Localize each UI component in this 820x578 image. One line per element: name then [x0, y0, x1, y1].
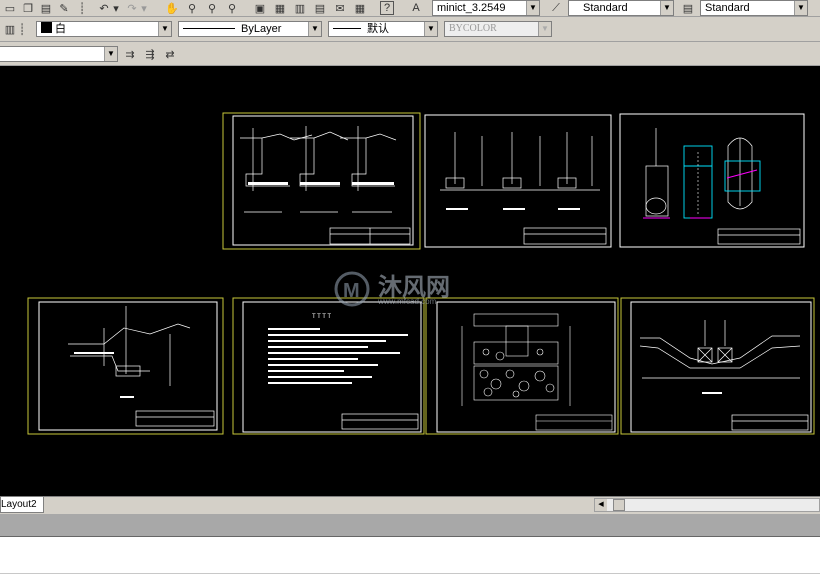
horizontal-scrollbar[interactable]: ◀: [594, 498, 820, 512]
standard-toolbar: ▭ ❐ ▤ ✎ ┊ ↶ ▾ ↷ ▾ ✋ ⚲ ⚲ ⚲ ▣ ▦ ▥ ▤ ✉ ▦ ? …: [0, 0, 820, 17]
color-swatch-icon: [41, 22, 52, 33]
tool-palettes-icon[interactable]: ▥: [292, 1, 308, 15]
zoom-previous-icon[interactable]: ⚲: [224, 1, 240, 15]
dim-style-icon[interactable]: ⟋: [548, 1, 564, 15]
linetype-select[interactable]: ByLayer ▼: [178, 21, 322, 37]
text-style-icon[interactable]: A: [408, 1, 424, 15]
command-window[interactable]: [0, 537, 820, 578]
plotstyle-select: BYCOLOR ▼: [444, 21, 552, 37]
layer-select[interactable]: ▼: [0, 46, 118, 62]
markup-icon[interactable]: ✉: [332, 1, 348, 15]
chevron-down-icon: ▼: [424, 22, 437, 36]
sheet-set-icon[interactable]: ▤: [312, 1, 328, 15]
chevron-down-icon: ▼: [538, 22, 551, 36]
text-style-select[interactable]: minict_3.2549 ▼: [432, 0, 540, 16]
separator-icon: ┊: [78, 2, 86, 15]
separator-icon: ┊: [18, 23, 26, 36]
new-file-icon[interactable]: ▭: [2, 1, 18, 15]
sheet-heading: T T T T: [312, 314, 331, 320]
layout-tab-bar: Layout2 ◀: [0, 496, 820, 514]
command-divider: [0, 573, 820, 574]
color-select[interactable]: 白 ▼: [36, 21, 172, 37]
design-center-icon[interactable]: ▦: [272, 1, 288, 15]
scroll-thumb[interactable]: [613, 499, 625, 511]
paper-space-canvas[interactable]: T T T T M 沐风网 www.mfcad.com: [0, 66, 820, 496]
zoom-window-icon[interactable]: ⚲: [204, 1, 220, 15]
drawing-sheet-7[interactable]: [620, 297, 815, 435]
help-icon[interactable]: ?: [380, 1, 394, 15]
dim-style-select[interactable]: Standard ▼: [568, 0, 674, 16]
line-sample-icon: [183, 28, 235, 29]
quickcalc-icon[interactable]: ▦: [352, 1, 368, 15]
zoom-realtime-icon[interactable]: ⚲: [184, 1, 200, 15]
copy-icon[interactable]: ❐: [20, 1, 36, 15]
chevron-down-icon: ▼: [526, 1, 539, 15]
paste-icon[interactable]: ▤: [38, 1, 54, 15]
line-sample-icon: [333, 28, 361, 29]
drawing-sheet-5[interactable]: T T T T: [232, 297, 425, 435]
chevron-down-icon: ▼: [158, 22, 171, 36]
tab-layout2[interactable]: Layout2: [0, 497, 44, 513]
match-properties-icon[interactable]: ✎: [56, 1, 72, 15]
properties-icon[interactable]: ▣: [252, 1, 268, 15]
watermark-url: www.mfcad.com: [377, 297, 437, 306]
drawing-sheet-6[interactable]: [425, 297, 619, 435]
chevron-down-icon: ▼: [660, 1, 673, 15]
drawing-sheet-4[interactable]: [27, 297, 224, 435]
layer-previous-icon[interactable]: ⇶: [142, 47, 158, 61]
lineweight-select[interactable]: 默认 ▼: [328, 21, 438, 37]
drawing-sheet-3[interactable]: [619, 113, 805, 248]
chevron-down-icon: ▼: [308, 22, 321, 36]
redo-dropdown-icon[interactable]: ▾: [140, 1, 148, 15]
watermark: M 沐风网 www.mfcad.com: [334, 271, 450, 307]
redo-icon[interactable]: ↷: [124, 1, 140, 15]
properties-toolbar: ▥ ┊ 白 ▼ ByLayer ▼ 默认 ▼ BYCOLOR ▼: [0, 17, 820, 42]
make-object-layer-current-icon[interactable]: ⇉: [122, 47, 138, 61]
table-style-select[interactable]: Standard ▼: [700, 0, 808, 16]
chevron-down-icon: ▼: [104, 47, 117, 61]
undo-dropdown-icon[interactable]: ▾: [112, 1, 120, 15]
drawing-sheet-2[interactable]: [424, 114, 612, 248]
layer-states-icon[interactable]: ⇄: [162, 47, 178, 61]
status-area: [0, 514, 820, 537]
layer-icon[interactable]: ▥: [2, 22, 18, 36]
svg-text:M: M: [343, 280, 360, 302]
undo-icon[interactable]: ↶: [96, 1, 112, 15]
pan-icon[interactable]: ✋: [164, 1, 180, 15]
scroll-left-icon[interactable]: ◀: [595, 499, 607, 511]
drawing-sheet-1[interactable]: [222, 112, 421, 250]
chevron-down-icon: ▼: [794, 1, 807, 15]
table-style-icon[interactable]: ▤: [680, 1, 696, 15]
layers-toolbar: ▼ ⇉ ⇶ ⇄: [0, 42, 820, 66]
